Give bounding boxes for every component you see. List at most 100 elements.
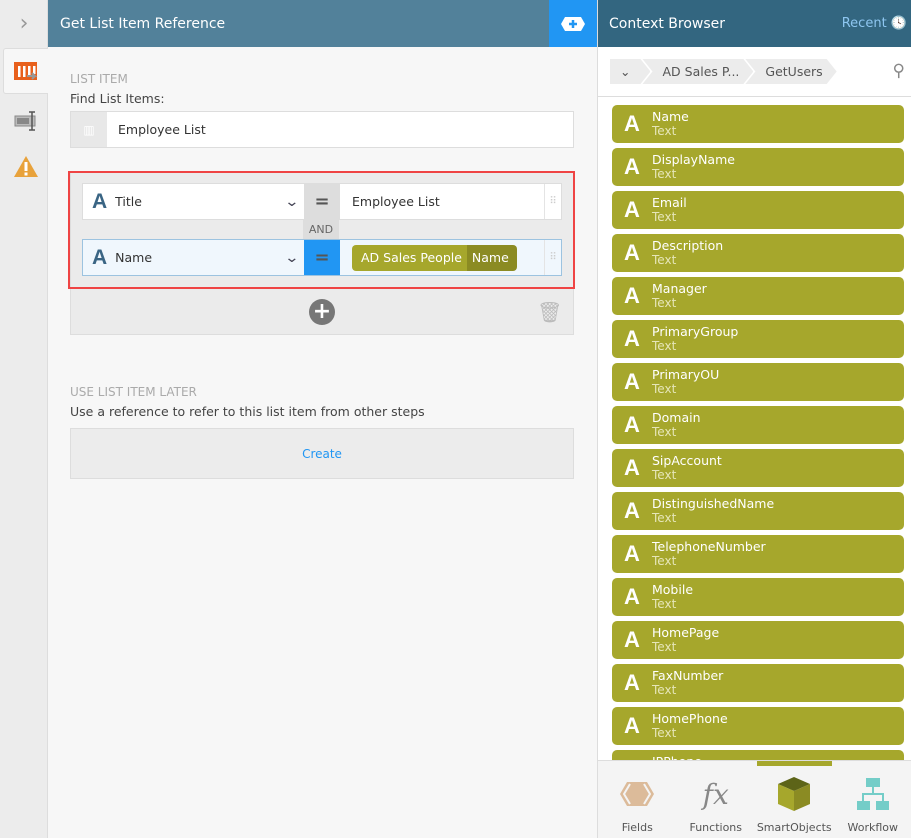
context-item[interactable]: A DisplayName Text [612, 148, 904, 186]
field-select[interactable]: A Name ⌄ [83, 240, 304, 275]
item-type: Text [652, 425, 677, 439]
item-name: DistinguishedName [652, 496, 775, 511]
tab-label: Fields [621, 821, 653, 834]
smartobject-reference-chip[interactable]: AD Sales People Name [352, 244, 517, 271]
list-value: Employee List [118, 122, 206, 137]
context-item[interactable]: A Manager Text [612, 277, 904, 315]
breadcrumb: ⌄ AD Sales P... GetUsers ⚲ [598, 47, 911, 97]
breadcrumb-dropdown[interactable]: ⌄ [610, 59, 650, 84]
text-type-icon: A [624, 412, 640, 437]
context-item[interactable]: A DistinguishedName Text [612, 492, 904, 530]
text-type-icon: A [624, 498, 640, 523]
create-button[interactable]: Create [70, 428, 574, 479]
find-list-items-label: Find List Items: [70, 91, 165, 106]
context-item[interactable]: A FaxNumber Text [612, 664, 904, 702]
list-item-step-tab[interactable] [3, 48, 48, 94]
add-reference-button[interactable] [549, 0, 597, 47]
item-type: Text [652, 726, 677, 740]
panel-title: Get List Item Reference [60, 15, 226, 32]
item-name: Mobile [652, 582, 694, 597]
fx-icon: fx [702, 777, 729, 811]
text-type-icon: A [624, 713, 640, 738]
item-type: Text [652, 554, 677, 568]
conjunction-label[interactable]: AND [303, 220, 339, 239]
item-name: Name [652, 109, 689, 124]
text-type-icon: A [624, 240, 640, 265]
item-type: Text [652, 382, 677, 396]
text-type-icon: A [624, 541, 640, 566]
context-title: Context Browser [609, 15, 726, 32]
clock-icon: 🕓 [890, 16, 907, 31]
item-name: SipAccount [652, 453, 722, 468]
item-type: Text [652, 339, 677, 353]
chip-field: Name [466, 244, 517, 271]
chevron-down-icon[interactable]: ⌄ [285, 250, 300, 266]
context-item[interactable]: A Domain Text [612, 406, 904, 444]
warning-icon [13, 156, 38, 177]
item-name: Description [652, 238, 724, 253]
operator-button[interactable]: = [304, 240, 340, 275]
item-name: HomePage [652, 625, 720, 640]
context-item[interactable]: A TelephoneNumber Text [612, 535, 904, 573]
drag-handle-icon[interactable]: ⠿ [544, 240, 561, 275]
context-item[interactable]: A Description Text [612, 234, 904, 272]
drag-handle-icon[interactable]: ⠿ [544, 184, 561, 219]
fields-icon [620, 782, 655, 806]
context-item[interactable]: A HomePhone Text [612, 707, 904, 745]
list-selector[interactable]: ▥ Employee List [70, 111, 574, 148]
context-browser: Context Browser Recent 🕓 ⌄ AD Sales P...… [597, 0, 911, 838]
item-name: DisplayName [652, 152, 735, 167]
item-type: Text [652, 253, 677, 267]
operator-button[interactable]: = [304, 184, 340, 219]
properties-tab[interactable] [3, 98, 48, 144]
workflow-icon [856, 778, 889, 810]
context-item[interactable]: A HomePage Text [612, 621, 904, 659]
field-select[interactable]: A Title ⌄ [83, 184, 304, 219]
tab-functions[interactable]: fx Functions [677, 761, 756, 838]
warnings-tab[interactable] [3, 144, 48, 190]
context-item[interactable]: A SipAccount Text [612, 449, 904, 487]
context-item[interactable]: A Name Text [612, 105, 904, 143]
text-field-icon [14, 111, 35, 131]
item-type: Text [652, 167, 677, 181]
recent-button[interactable]: Recent 🕓 [842, 16, 907, 31]
filter-value[interactable]: AD Sales People Name [340, 240, 544, 275]
text-type-icon: A [624, 283, 640, 308]
smartobject-cube-icon [778, 777, 811, 811]
text-type-icon: A [624, 369, 640, 394]
text-type-icon: A [624, 627, 640, 652]
text-type-icon: A [92, 189, 108, 213]
add-filter-button[interactable]: + [309, 299, 335, 325]
step-config-panel: Get List Item Reference LIST ITEM Find L… [48, 0, 597, 838]
search-icon[interactable]: ⚲ [893, 61, 905, 81]
context-item[interactable]: A Mobile Text [612, 578, 904, 616]
breadcrumb-item[interactable]: GetUsers [745, 59, 836, 84]
context-item[interactable]: AIPPhoneText [612, 750, 904, 760]
text-type-icon: A [624, 154, 640, 179]
context-header: Context Browser Recent 🕓 [598, 0, 911, 47]
text-type-icon: A [624, 670, 640, 695]
chevron-down-icon[interactable]: ⌄ [285, 194, 300, 210]
filter-value[interactable]: Employee List [340, 184, 544, 219]
filter-row[interactable]: A Name ⌄ = AD Sales People Name ⠿ [82, 239, 562, 276]
item-type: Text [652, 210, 677, 224]
bottom-tabs: Fields fx Functions SmartObjects Workflow [598, 760, 911, 838]
text-type-icon: A [624, 326, 640, 351]
context-item[interactable]: A Email Text [612, 191, 904, 229]
item-name: Manager [652, 281, 707, 296]
item-name: Domain [652, 410, 701, 425]
trash-icon[interactable]: 🗑 [537, 300, 562, 324]
tab-smartobjects[interactable]: SmartObjects [755, 761, 834, 838]
tab-fields[interactable]: Fields [598, 761, 677, 838]
filter-row[interactable]: A Title ⌄ = Employee List ⠿ [82, 183, 562, 220]
tab-label: SmartObjects [756, 821, 832, 834]
item-type: Text [652, 683, 677, 697]
list-icon: ▥ [71, 112, 107, 147]
context-item[interactable]: A PrimaryGroup Text [612, 320, 904, 358]
breadcrumb-item[interactable]: AD Sales P... [642, 59, 753, 84]
context-item[interactable]: A PrimaryOU Text [612, 363, 904, 401]
tab-workflow[interactable]: Workflow [834, 761, 911, 838]
item-type: Text [652, 468, 677, 482]
item-type: Text [652, 124, 677, 138]
expand-chevron-icon[interactable]: › [0, 0, 48, 47]
